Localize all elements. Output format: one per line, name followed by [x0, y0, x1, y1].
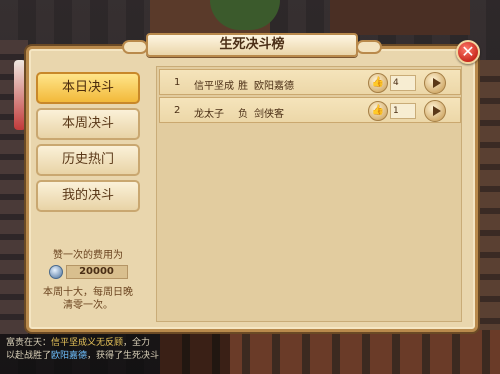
- chat-text: 以赴战胜了: [6, 351, 52, 361]
- tab-week-duels[interactable]: 本周决斗: [36, 108, 140, 140]
- duel-row: 2 龙太子 负 剑侠客 👍 1: [159, 97, 461, 123]
- duel-result: 负: [238, 109, 248, 120]
- chat-text: ，获得了生死决斗: [87, 351, 160, 361]
- duel-player1: 信平坚成: [194, 81, 234, 92]
- reset-note-line: 本周十大，每周日晚: [43, 287, 133, 298]
- duel-list: 1 信平坚成 胜 欧阳嘉德 👍 4 2 龙太子 负 剑侠客 👍 1: [156, 66, 462, 322]
- reset-note: 本周十大，每周日晚 清零一次。: [36, 286, 140, 312]
- building-side: [478, 60, 500, 330]
- duel-player2: 剑侠客: [254, 109, 284, 120]
- thumbs-up-icon: 👍: [371, 105, 385, 116]
- play-replay-button[interactable]: [424, 100, 446, 122]
- duel-rank: 2: [174, 105, 181, 116]
- play-replay-button[interactable]: [424, 72, 446, 94]
- close-icon: ✕: [461, 42, 475, 61]
- building-roof: [330, 0, 470, 35]
- duel-rank: 1: [174, 77, 181, 88]
- chat-line: 富贵在天：信平坚成义无反顾，全力: [6, 337, 224, 350]
- like-button[interactable]: 👍: [368, 101, 388, 121]
- reset-note-line: 清零一次。: [63, 300, 113, 311]
- like-button[interactable]: 👍: [368, 73, 388, 93]
- chat-speaker: 富贵在天：: [6, 338, 52, 348]
- chat-log: 富贵在天：信平坚成义无反顾，全力 以赴战胜了欧阳嘉德，获得了生死决斗: [0, 334, 230, 374]
- panel-title: 生死决斗榜: [122, 33, 382, 57]
- close-button[interactable]: ✕: [456, 40, 480, 64]
- cost-row: 20000: [36, 265, 140, 279]
- chat-line: 以赴战胜了欧阳嘉德，获得了生死决斗: [6, 350, 224, 363]
- tab-column: 本日决斗 本周决斗 历史热门 我的决斗: [36, 72, 140, 218]
- duel-player1: 龙太子: [194, 109, 224, 120]
- tab-today-duels[interactable]: 本日决斗: [36, 72, 140, 104]
- tab-history-hot[interactable]: 历史热门: [36, 144, 140, 176]
- cost-label: 赞一次的费用为: [53, 250, 123, 261]
- duel-result: 胜: [238, 81, 248, 92]
- tab-my-duels[interactable]: 我的决斗: [36, 180, 140, 212]
- thumbs-up-icon: 👍: [371, 77, 385, 88]
- chat-text: ，全力: [123, 338, 151, 348]
- chat-player-link[interactable]: 欧阳嘉德: [51, 351, 87, 361]
- silver-coin-icon: [48, 265, 63, 279]
- duel-player2: 欧阳嘉德: [254, 81, 294, 92]
- like-cost-info: 赞一次的费用为 20000 本周十大，每周日晚 清零一次。: [36, 246, 140, 312]
- cost-value: 20000: [65, 265, 128, 279]
- like-count: 1: [390, 103, 416, 119]
- duel-row: 1 信平坚成 胜 欧阳嘉德 👍 4: [159, 69, 461, 95]
- character-figure: [14, 60, 26, 130]
- chat-highlight: 信平坚成义无反顾: [51, 338, 124, 348]
- like-count: 4: [390, 75, 416, 91]
